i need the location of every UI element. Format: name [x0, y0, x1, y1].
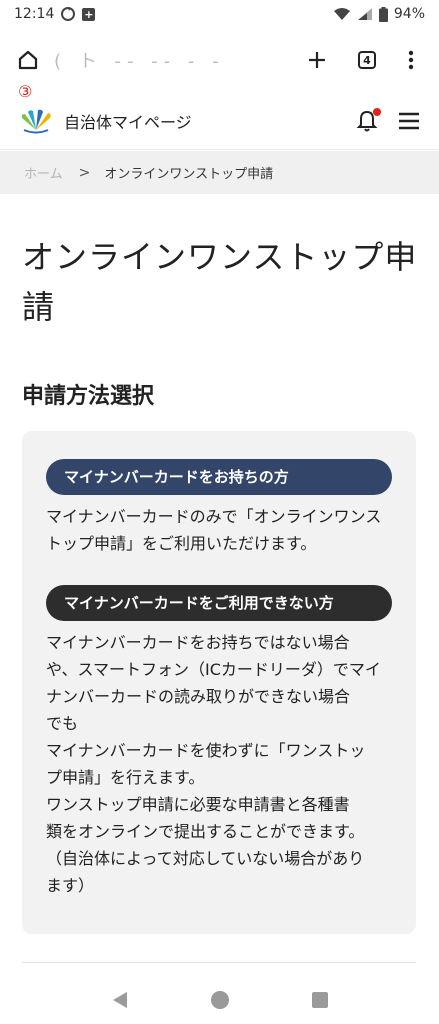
tab-switcher-icon: 4 [358, 51, 376, 69]
with-card-button[interactable]: マイナンバーカードをお持ちの方 [46, 459, 392, 495]
plus-icon [309, 52, 325, 68]
signal-icon [357, 8, 372, 20]
url-bar[interactable]: ( ト ‐‐ ‐‐ ‐ ‐ [54, 42, 291, 78]
site-title[interactable]: 自治体マイページ [64, 109, 192, 133]
wifi-icon [333, 8, 350, 20]
without-card-description: マイナンバーカードをお持ちではない場合 や、スマートフォン（ICカードリーダ）で… [46, 629, 392, 899]
application-method-card: マイナンバーカードをお持ちの方 マイナンバーカードのみで「オンラインワンス トッ… [22, 431, 416, 934]
description-line: マイナンバーカードのみで「オンラインワンス [46, 507, 382, 526]
description-line: プ申請」を行えます。 [46, 768, 205, 787]
sync-icon [61, 7, 76, 21]
new-tab-button[interactable] [299, 42, 335, 78]
description-line: や、スマートフォン（ICカードリーダ）でマイ [46, 660, 381, 679]
breadcrumb-separator: > [78, 164, 91, 181]
without-card-button[interactable]: マイナンバーカードをご利用できない方 [46, 585, 392, 621]
notifications-button[interactable] [355, 107, 381, 133]
breadcrumb-home[interactable]: ホーム [24, 163, 63, 182]
site-logo[interactable] [18, 108, 54, 134]
battery-level: 94% [393, 6, 425, 22]
home-icon [18, 50, 38, 70]
battery-icon [378, 6, 388, 22]
breadcrumb-current: オンラインワンストップ申請 [104, 167, 274, 182]
description-line: トップ申請」をご利用いただけます。 [46, 534, 317, 553]
home-button[interactable] [10, 42, 46, 78]
description-line: マイナンバーカードを使わずに「ワンストッ [46, 741, 366, 760]
description-line: ナンバーカードの読み取りができない場合 [46, 687, 351, 706]
status-time: 12:14 [14, 6, 55, 22]
system-nav-bar [0, 975, 439, 1024]
tab-switcher-button[interactable]: 4 [349, 42, 385, 78]
description-line: ます） [46, 876, 95, 895]
status-bar: 12:14 + 94% [0, 0, 439, 28]
hamburger-menu-icon[interactable] [397, 111, 421, 131]
recents-icon[interactable] [311, 991, 329, 1009]
more-menu-button[interactable] [393, 42, 429, 78]
description-line: 類をオンラインで提出することができます。 [46, 822, 365, 841]
browser-toolbar: ( ト ‐‐ ‐‐ ‐ ‐ 4 [0, 30, 439, 90]
description-line: マイナンバーカードをお持ちではない場合 [46, 633, 350, 652]
content-divider [22, 962, 416, 963]
description-line: ワンストップ申請に必要な申請書と各種書 [46, 795, 350, 814]
breadcrumb: ホーム > オンラインワンストップ申請 [0, 151, 439, 194]
home-circle-icon[interactable] [210, 990, 230, 1010]
page-title: オンラインワンストップ申請 [22, 238, 418, 326]
description-line: でも [46, 714, 79, 733]
more-vertical-icon [408, 50, 414, 70]
site-header: ③ 自治体マイページ [0, 82, 439, 150]
section-title: 申請方法選択 [22, 384, 155, 409]
option-with-card: マイナンバーカードをお持ちの方 マイナンバーカードのみで「オンラインワンス トッ… [46, 459, 392, 557]
notification-icon: + [82, 7, 96, 21]
circled-marker: ③ [18, 82, 33, 101]
description-line: （自治体によって対応していない場合があり [46, 849, 365, 868]
option-without-card: マイナンバーカードをご利用できない方 マイナンバーカードをお持ちではない場合 や… [46, 585, 392, 899]
notification-badge [373, 107, 381, 116]
with-card-description: マイナンバーカードのみで「オンラインワンス トップ申請」をご利用いただけます。 [46, 503, 392, 557]
back-icon[interactable] [111, 990, 129, 1010]
